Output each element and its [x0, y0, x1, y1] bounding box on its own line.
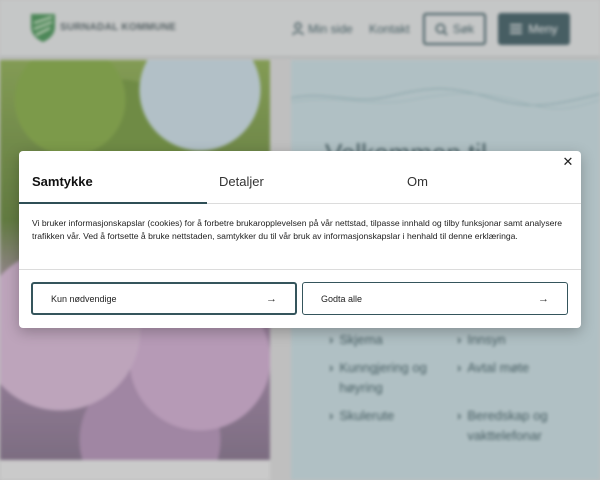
tab-om[interactable]: Om [407, 174, 428, 189]
active-tab-indicator [19, 202, 207, 204]
close-icon[interactable]: ✕ [561, 155, 575, 169]
arrow-right-icon: → [266, 292, 277, 305]
cookie-consent-dialog: Samtykke Detaljer Om ✕ Vi bruker informa… [19, 151, 581, 328]
accept-all-button[interactable]: Godta alle → [302, 282, 568, 315]
tab-samtykke[interactable]: Samtykke [32, 174, 93, 189]
divider [19, 269, 581, 270]
necessary-only-label: Kun nødvendige [51, 293, 117, 304]
necessary-only-button[interactable]: Kun nødvendige → [31, 282, 297, 315]
tab-detaljer[interactable]: Detaljer [219, 174, 264, 189]
consent-text: Vi bruker informasjonskapslar (cookies) … [32, 218, 563, 241]
accept-all-label: Godta alle [321, 293, 363, 304]
consent-tabs: Samtykke Detaljer Om [19, 151, 581, 204]
arrow-right-icon: → [538, 292, 549, 305]
